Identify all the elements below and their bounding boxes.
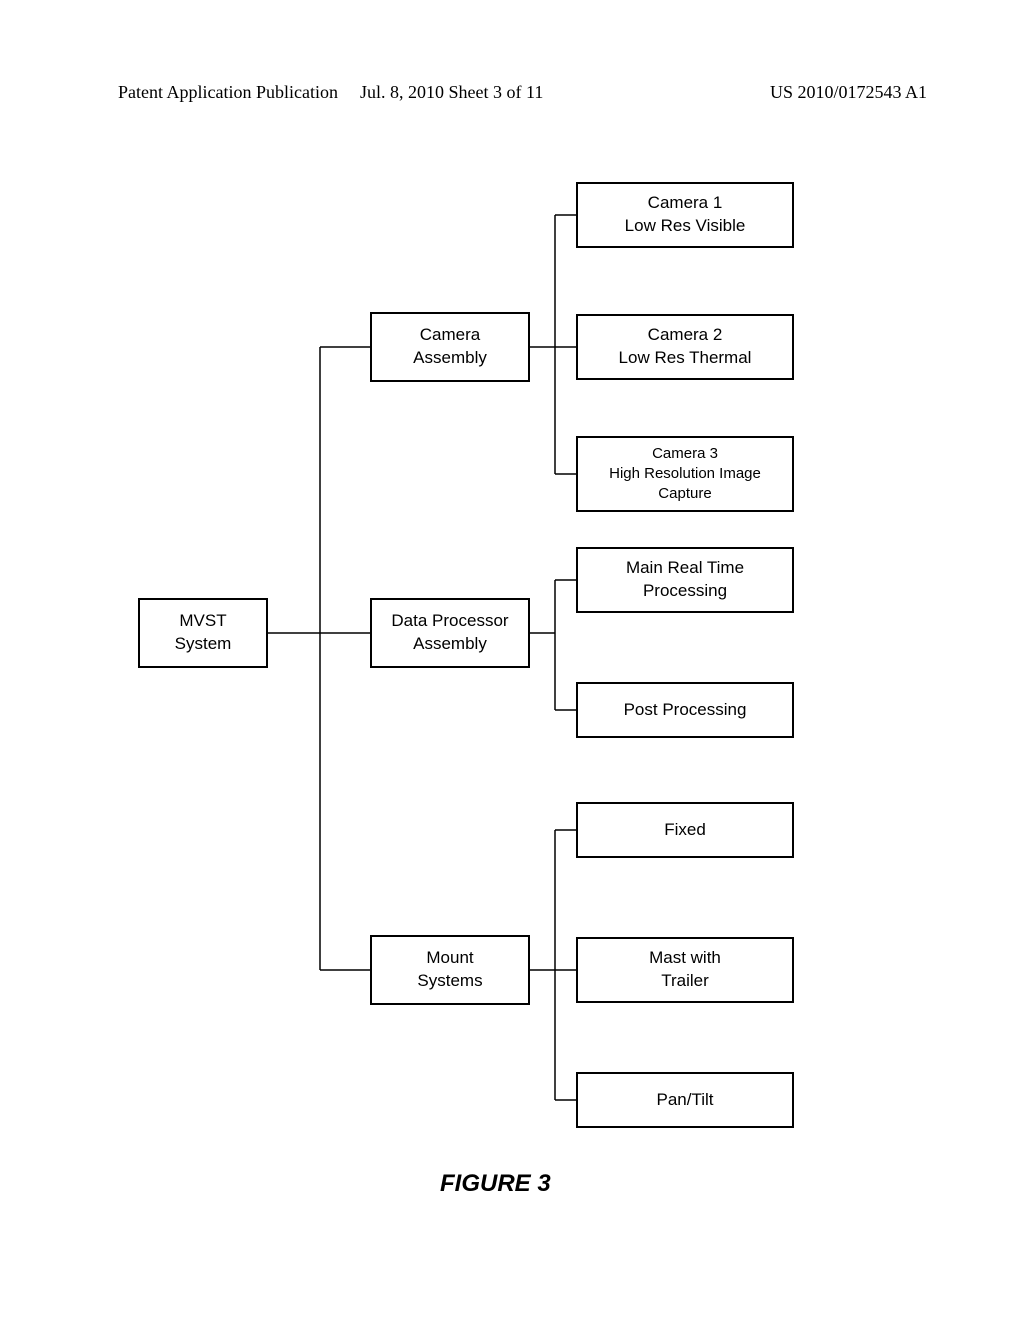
box-camera-1: Camera 1Low Res Visible — [576, 182, 794, 248]
box-main-realtime-processing: Main Real TimeProcessing — [576, 547, 794, 613]
box-label: Camera 3High Resolution ImageCapture — [609, 444, 761, 505]
box-camera-assembly: CameraAssembly — [370, 312, 530, 382]
box-mvst-system: MVSTSystem — [138, 598, 268, 668]
diagram-figure: MVSTSystem CameraAssembly Data Processor… — [0, 0, 1024, 1320]
box-label: Main Real TimeProcessing — [626, 557, 744, 603]
figure-caption: FIGURE 3 — [440, 1170, 551, 1198]
box-label: Mast withTrailer — [649, 947, 721, 993]
box-data-processor-assembly: Data ProcessorAssembly — [370, 598, 530, 668]
box-label: MVSTSystem — [175, 610, 232, 656]
box-label: Camera 2Low Res Thermal — [619, 324, 752, 370]
box-mast-with-trailer: Mast withTrailer — [576, 937, 794, 1003]
box-label: Post Processing — [624, 699, 747, 722]
box-fixed: Fixed — [576, 802, 794, 858]
box-label: Fixed — [664, 819, 706, 842]
box-mount-systems: MountSystems — [370, 935, 530, 1005]
box-label: Pan/Tilt — [656, 1089, 713, 1112]
box-label: CameraAssembly — [413, 324, 487, 370]
box-pan-tilt: Pan/Tilt — [576, 1072, 794, 1128]
box-label: Camera 1Low Res Visible — [625, 192, 746, 238]
box-camera-2: Camera 2Low Res Thermal — [576, 314, 794, 380]
box-camera-3: Camera 3High Resolution ImageCapture — [576, 436, 794, 512]
box-label: MountSystems — [417, 947, 482, 993]
box-post-processing: Post Processing — [576, 682, 794, 738]
box-label: Data ProcessorAssembly — [391, 610, 508, 656]
